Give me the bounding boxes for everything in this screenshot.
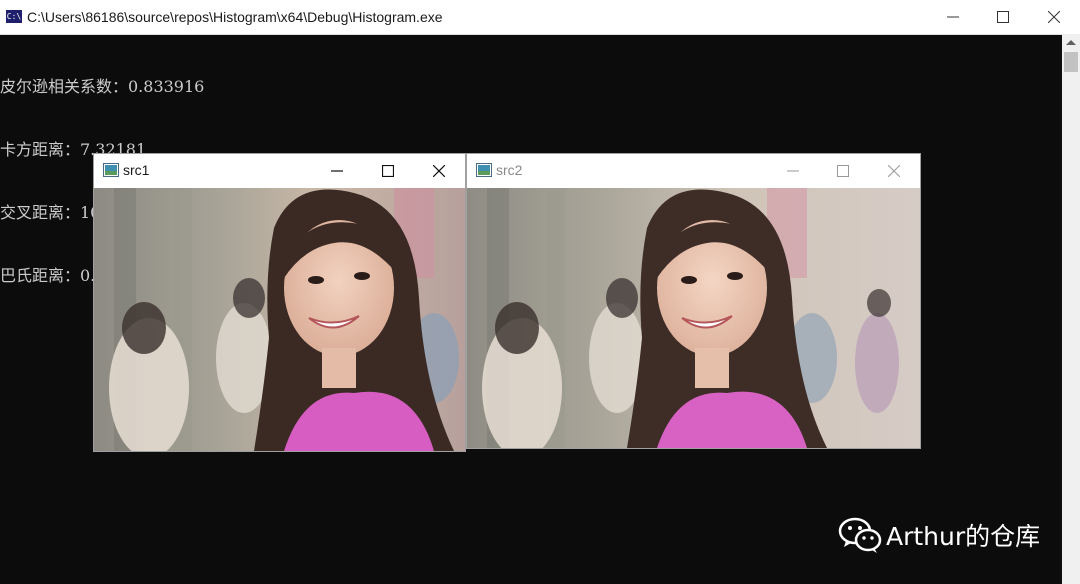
src1-image — [94, 188, 465, 451]
wechat-icon — [838, 517, 882, 553]
close-icon — [433, 164, 445, 177]
src1-maximize-button[interactable] — [365, 154, 411, 187]
image-window-src2[interactable]: src2 — [467, 154, 920, 448]
minimize-icon — [947, 16, 959, 18]
console-line-pearson: 皮尔逊相关系数：0.833916 — [0, 77, 205, 96]
src2-minimize-button[interactable] — [770, 154, 816, 187]
scrollbar-thumb[interactable] — [1064, 52, 1078, 72]
src1-title: src1 — [123, 162, 150, 178]
minimize-icon — [331, 169, 343, 172]
maximize-icon — [382, 164, 394, 177]
watermark-text: Arthur的仓库 — [886, 522, 1041, 551]
portrait-photo — [94, 188, 465, 451]
src2-image — [467, 188, 920, 448]
scroll-up-icon[interactable] — [1066, 40, 1076, 45]
image-window-icon — [476, 163, 492, 177]
close-icon — [1048, 11, 1060, 23]
close-icon — [888, 164, 900, 177]
src1-close-button[interactable] — [416, 154, 462, 187]
maximize-button[interactable] — [978, 0, 1028, 34]
src2-titlebar[interactable]: src2 — [467, 154, 920, 187]
minimize-button[interactable] — [928, 0, 978, 34]
minimize-icon — [787, 170, 799, 171]
console-titlebar[interactable]: C:\ C:\Users\86186\source\repos\Histogra… — [0, 0, 1080, 35]
console-scrollbar[interactable] — [1062, 34, 1080, 584]
src2-close-button[interactable] — [871, 154, 917, 187]
portrait-photo — [467, 188, 920, 448]
image-window-src1[interactable]: src1 — [94, 154, 465, 451]
console-title: C:\Users\86186\source\repos\Histogram\x6… — [27, 9, 443, 25]
src1-minimize-button[interactable] — [314, 154, 360, 187]
watermark: Arthur的仓库 — [838, 515, 1040, 555]
src1-titlebar[interactable]: src1 — [94, 154, 465, 187]
maximize-icon — [997, 11, 1009, 23]
console-app-icon: C:\ — [6, 10, 22, 23]
image-window-icon — [103, 163, 119, 177]
src2-title: src2 — [496, 162, 523, 178]
close-button[interactable] — [1029, 0, 1079, 34]
maximize-icon — [837, 164, 849, 177]
src2-maximize-button[interactable] — [820, 154, 866, 187]
